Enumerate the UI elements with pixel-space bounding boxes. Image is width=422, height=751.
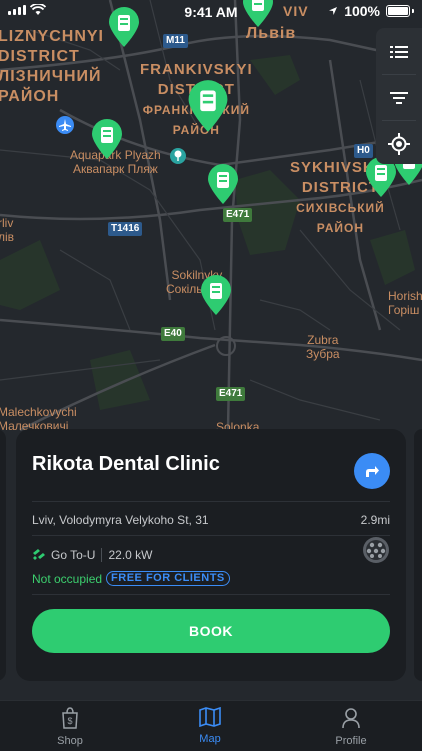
battery-percentage: 100% xyxy=(344,3,380,19)
charger-power: 22.0 kW xyxy=(108,548,153,562)
district-label-zaliznychnyi: LIZNYCHNYI DISTRICT ЛІЗНИЧНИЙ РАЙОН xyxy=(0,28,104,105)
list-icon xyxy=(390,46,408,58)
station-card[interactable]: Rikota Dental Clinic Lviv, Volodymyra Ve… xyxy=(16,429,406,681)
tab-profile-label: Profile xyxy=(335,735,367,747)
provider-name: Go To-U xyxy=(51,548,96,562)
battery-icon xyxy=(386,5,410,17)
filter-icon xyxy=(390,92,408,104)
place-label-zubra: Zubra Зубра xyxy=(306,333,340,361)
provider-logo-icon xyxy=(33,549,45,560)
locate-icon xyxy=(388,133,410,155)
map-controls xyxy=(376,28,422,164)
road-shield-e40: E40 xyxy=(161,327,185,341)
place-label-horishnyi: Horish Горіш xyxy=(388,289,422,317)
availability-row: Not occupied FREE FOR CLIENTS xyxy=(32,571,230,586)
shopping-bag-icon: $ xyxy=(62,707,78,729)
profile-icon xyxy=(342,708,360,729)
list-view-button[interactable] xyxy=(376,30,422,74)
directions-button[interactable] xyxy=(354,453,390,489)
charger-pin-icon[interactable] xyxy=(206,163,240,205)
connector-type-icon xyxy=(363,537,389,563)
next-card-peek[interactable] xyxy=(414,429,422,681)
previous-card-peek[interactable] xyxy=(0,429,6,681)
tab-profile[interactable]: Profile xyxy=(311,707,391,747)
book-button[interactable]: BOOK xyxy=(32,609,390,653)
airport-icon[interactable] xyxy=(56,116,74,134)
road-shield-e471-south: E471 xyxy=(216,387,246,401)
station-address: Lviv, Volodymyra Velykoho St, 31 xyxy=(32,513,209,527)
location-arrow-icon xyxy=(329,7,338,15)
station-title: Rikota Dental Clinic xyxy=(32,453,220,475)
road-shield-t1416: T1416 xyxy=(108,222,143,236)
tab-shop-label: Shop xyxy=(57,735,83,747)
tab-bar: $ Shop Map Profile xyxy=(0,700,422,751)
free-for-clients-badge: FREE FOR CLIENTS xyxy=(106,571,230,586)
status-bar: 9:41 AM 100% xyxy=(0,0,422,24)
place-label-rliv: rliv лів xyxy=(0,216,15,244)
filter-button[interactable] xyxy=(376,76,422,120)
charger-pin-icon[interactable] xyxy=(90,118,124,160)
provider-row: Go To-U 22.0 kW xyxy=(32,548,152,562)
directions-arrow-icon xyxy=(366,466,379,477)
charger-pin-icon[interactable] xyxy=(199,274,233,316)
locate-me-button[interactable] xyxy=(376,122,422,166)
station-distance: 2.9mi xyxy=(360,513,390,527)
selected-charger-pin-icon[interactable] xyxy=(186,78,230,134)
road-shield-m11: M11 xyxy=(163,34,188,48)
availability-status: Not occupied xyxy=(32,571,103,586)
tab-map-label: Map xyxy=(199,733,221,745)
park-icon[interactable] xyxy=(170,148,186,164)
road-shield-e471: E471 xyxy=(223,208,253,222)
map-icon xyxy=(199,706,221,728)
tab-shop[interactable]: $ Shop xyxy=(30,707,110,747)
tab-map[interactable]: Map xyxy=(170,706,250,745)
svg-text:$: $ xyxy=(67,716,72,726)
